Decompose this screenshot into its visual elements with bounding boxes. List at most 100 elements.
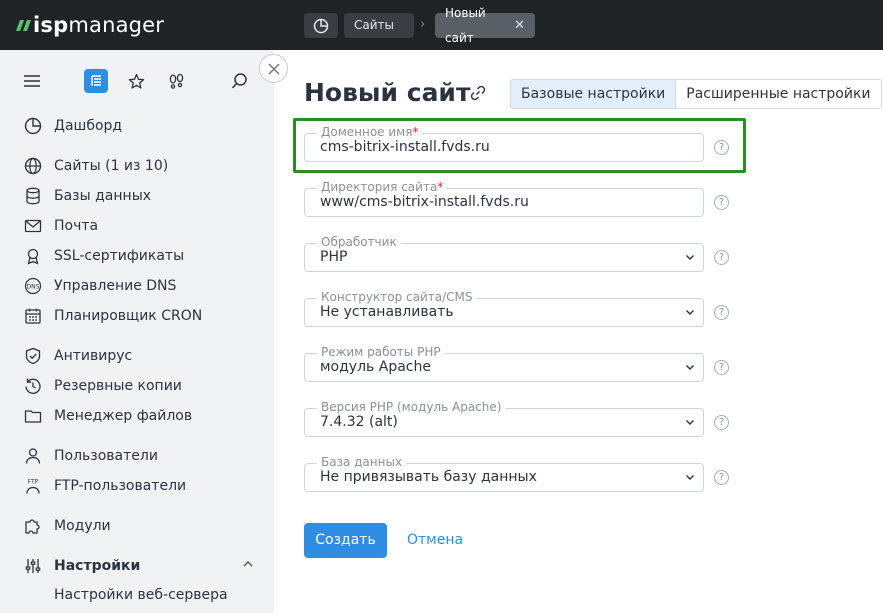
sidebar-item-label: Сайты (1 из 10) [54, 158, 169, 174]
cms-value: Не устанавливать [320, 304, 454, 320]
database-select[interactable]: База данных Не привязывать базу данных [304, 455, 704, 492]
sidebar-item-users[interactable]: Пользователи [24, 445, 158, 467]
breadcrumb-sites[interactable]: Сайты [344, 13, 414, 38]
chevron-down-icon [686, 310, 694, 315]
database-label: База данных [317, 455, 407, 469]
help-icon[interactable]: ? [714, 305, 729, 320]
sidebar-item-dns[interactable]: DNS Управление DNS [24, 275, 176, 297]
sidebar-item-label: SSL-сертификаты [54, 248, 185, 264]
sidebar-item-label: Базы данных [54, 188, 152, 204]
chevron-down-icon [686, 420, 694, 425]
close-icon [268, 63, 279, 74]
php-mode-select[interactable]: Режим работы PHP модуль Apache [304, 345, 704, 382]
tab-basic-settings[interactable]: Базовые настройки [511, 80, 677, 108]
breadcrumb-new-site-label: Новый сайт [445, 5, 486, 45]
footprints-icon[interactable] [164, 69, 188, 93]
sidebar-item-label: Менеджер файлов [54, 408, 193, 424]
link-icon[interactable] [469, 84, 487, 102]
ftp-user-icon: FTP [24, 477, 42, 495]
page-title: Новый сайт [304, 78, 471, 107]
site-directory-field[interactable]: Директория сайта* www/cms-bitrix-install… [304, 180, 704, 217]
database-value: Не привязывать базу данных [320, 469, 537, 485]
ispmanager-logo[interactable]: isp manager [15, 10, 165, 40]
help-icon[interactable]: ? [714, 250, 729, 265]
cms-label: Конструктор сайта/CMS [317, 290, 477, 304]
sidebar-item-label: Управление DNS [54, 278, 177, 294]
sidebar-item-modules[interactable]: Модули [24, 515, 111, 537]
help-icon[interactable]: ? [714, 470, 729, 485]
collapse-sidebar-button[interactable] [259, 54, 288, 83]
backup-icon [24, 377, 42, 395]
sidebar-item-cron[interactable]: Планировщик CRON [24, 305, 202, 327]
sidebar-item-mail[interactable]: Почта [24, 215, 98, 237]
user-icon [24, 447, 42, 465]
php-version-select[interactable]: Версия PHP (модуль Apache) 7.4.32 (alt) [304, 400, 704, 437]
php-mode-value: модуль Apache [320, 359, 431, 375]
sidebar-item-antivirus[interactable]: Антивирус [24, 345, 132, 367]
sidebar-item-ftp-users[interactable]: FTP FTP-пользователи [24, 475, 186, 497]
sidebar-item-backups[interactable]: Резервные копии [24, 375, 182, 397]
create-button[interactable]: Создать [304, 523, 387, 558]
sidebar-item-file-manager[interactable]: Менеджер файлов [24, 405, 192, 427]
sidebar-item-dashboard[interactable]: Дашборд [24, 115, 122, 137]
database-icon [24, 187, 42, 205]
php-version-value: 7.4.32 (alt) [320, 414, 398, 430]
required-mark: * [437, 180, 444, 194]
chevron-up-icon[interactable] [242, 558, 254, 573]
sidebar-item-label: Антивирус [54, 348, 133, 364]
help-icon[interactable]: ? [714, 195, 729, 210]
close-tab-icon[interactable]: ✕ [514, 13, 525, 38]
star-icon[interactable] [124, 69, 148, 93]
handler-label: Обработчик [317, 235, 401, 249]
svg-text:FTP: FTP [28, 479, 39, 486]
sidebar-item-databases[interactable]: Базы данных [24, 185, 151, 207]
breadcrumb-new-site[interactable]: Новый сайт ✕ [435, 6, 535, 45]
php-mode-label: Режим работы PHP [317, 345, 445, 359]
list-view-icon[interactable] [84, 69, 108, 93]
search-icon[interactable] [228, 69, 252, 93]
logo-mark-icon [15, 19, 32, 31]
tab-advanced-settings[interactable]: Расширенные настройки [676, 80, 881, 108]
site-directory-label: Директория сайта* [317, 180, 448, 194]
php-version-label: Версия PHP (модуль Apache) [317, 400, 506, 414]
chevron-down-icon [686, 255, 694, 260]
dns-icon: DNS [24, 277, 42, 295]
logo-text-manager: manager [68, 13, 165, 37]
handler-select[interactable]: Обработчик PHP [304, 235, 704, 272]
folder-icon [24, 407, 42, 425]
chevron-down-icon [686, 475, 694, 480]
dashboard-crumb-button[interactable] [304, 13, 338, 38]
puzzle-icon [24, 517, 42, 535]
sidebar-item-label: Пользователи [54, 448, 158, 464]
site-directory-value: www/cms-bitrix-install.fvds.ru [320, 194, 529, 210]
cancel-button[interactable]: Отмена [407, 532, 463, 548]
sidebar-toolbar [0, 50, 274, 112]
sidebar-item-settings[interactable]: Настройки [24, 555, 140, 577]
sidebar-item-label: Планировщик CRON [54, 308, 203, 324]
calendar-icon [24, 307, 42, 325]
sidebar: Дашборд Сайты (1 из 10) Базы данных Почт… [0, 50, 274, 613]
domain-name-label: Доменное имя* [317, 125, 423, 139]
pie-chart-icon [313, 18, 329, 33]
cms-select[interactable]: Конструктор сайта/CMS Не устанавливать [304, 290, 704, 327]
help-icon[interactable]: ? [714, 360, 729, 375]
sliders-icon [24, 557, 42, 575]
sidebar-item-label: Модули [54, 518, 111, 534]
sidebar-item-label: FTP-пользователи [54, 478, 187, 494]
help-icon[interactable]: ? [714, 140, 729, 155]
logo-text-isp: isp [33, 13, 69, 37]
sidebar-item-label: Настройки [54, 558, 141, 574]
chevron-down-icon [686, 365, 694, 370]
help-icon[interactable]: ? [714, 415, 729, 430]
required-mark: * [412, 125, 419, 139]
menu-icon[interactable] [20, 69, 44, 93]
mail-icon [24, 217, 42, 235]
sidebar-item-sites[interactable]: Сайты (1 из 10) [24, 155, 168, 177]
domain-name-field[interactable]: Доменное имя* cms-bitrix-install.fvds.ru [304, 125, 704, 162]
sidebar-item-ssl[interactable]: SSL-сертификаты [24, 245, 184, 267]
breadcrumb-separator: › [420, 17, 426, 32]
settings-tabs: Базовые настройки Расширенные настройки [510, 79, 882, 109]
top-bar: isp manager Сайты › Новый сайт ✕ [0, 0, 883, 50]
svg-text:DNS: DNS [27, 284, 40, 291]
sidebar-subitem-webserver-settings[interactable]: Настройки веб-сервера [54, 587, 228, 603]
